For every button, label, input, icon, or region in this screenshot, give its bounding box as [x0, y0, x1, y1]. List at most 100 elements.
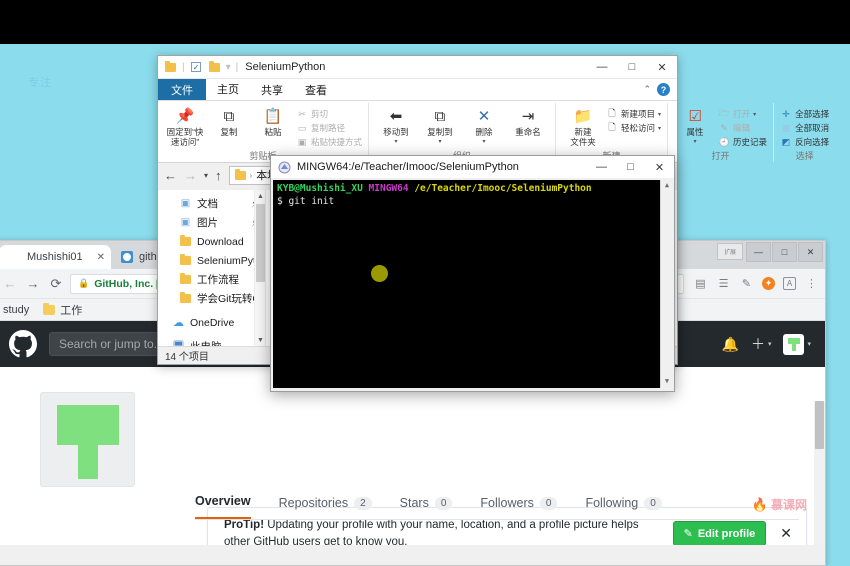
tab-followers[interactable]: Followers 0	[480, 496, 558, 519]
group-items: 📌 固定到“快 速访问” ⧉ 复制 📋 粘贴 ✂ 剪切 ▭ 复制路径 ▣ 粘贴快…	[161, 103, 365, 150]
forward-icon[interactable]: →	[184, 168, 197, 183]
close-button[interactable]: ✕	[798, 242, 823, 262]
copy-path-button[interactable]: ▭ 复制路径	[296, 122, 362, 134]
profile-avatar[interactable]	[40, 392, 135, 487]
copy-to-button[interactable]: ⧉ 复制到 ▾	[419, 105, 461, 146]
tab-stars[interactable]: Stars 0	[400, 496, 453, 519]
app-icon[interactable]: A	[783, 277, 796, 290]
button-label: 编辑	[733, 123, 751, 133]
tab-label: Repositories	[278, 496, 349, 510]
plus-icon[interactable]: ＋ ▾	[751, 334, 772, 354]
nav-item-documents[interactable]: ▣ 文档 📌	[158, 194, 265, 213]
scroll-up-icon[interactable]: ▲	[255, 190, 265, 202]
close-icon[interactable]: ✕	[776, 525, 792, 542]
back-icon[interactable]: ←	[1, 275, 19, 293]
chevron-up-icon[interactable]: ⌃	[643, 84, 651, 95]
doc-folder-icon: ▣	[180, 198, 191, 209]
close-icon[interactable]: ✕	[97, 252, 105, 263]
check-icon[interactable]: ✓	[190, 61, 203, 74]
bookmark-work[interactable]: 工作	[43, 302, 82, 318]
page-scrollbar[interactable]	[814, 401, 825, 545]
bookmark-label: 工作	[60, 304, 83, 317]
extension-orange-icon[interactable]: ✦	[762, 277, 775, 290]
terminal-output[interactable]: KYB@Mushishi_XU MINGW64 /e/Teacher/Imooc…	[273, 180, 672, 388]
reload-icon[interactable]: ⟳	[47, 275, 65, 293]
scrollbar-thumb[interactable]	[815, 401, 824, 449]
move-to-button[interactable]: ⬅ 移动到 ▾	[375, 105, 417, 146]
minimize-button[interactable]: —	[746, 242, 771, 262]
chevron-down-icon[interactable]: ▾	[226, 62, 231, 73]
new-item-button[interactable]: 🗋 新建项目 ▾	[606, 108, 661, 120]
properties-button[interactable]: ☑ 属性 ▾	[674, 105, 716, 146]
bookmark-study[interactable]: study	[3, 304, 29, 316]
menu-icon[interactable]: ⋮	[804, 276, 819, 291]
folder-icon[interactable]	[164, 60, 177, 74]
new-folder-button[interactable]: 📁 新建 文件夹	[562, 105, 604, 148]
nav-item-this-pc[interactable]: 🖥 此电脑	[158, 337, 265, 346]
nav-item-download[interactable]: Download	[158, 232, 265, 251]
nav-item-seleniumpython[interactable]: SeleniumPytho	[158, 251, 265, 270]
ribbon-tab-file[interactable]: 文件	[158, 79, 206, 100]
tab-following[interactable]: Following 0	[585, 496, 662, 519]
tab-repositories[interactable]: Repositories 2	[279, 496, 372, 519]
extension-chip[interactable]: 扩展	[717, 243, 743, 260]
browser-tab-0[interactable]: Mushishi01 ✕	[0, 245, 111, 269]
select-none-button[interactable]: ▦ 全部取消	[780, 122, 829, 134]
recent-locations-icon[interactable]: ▾	[204, 171, 208, 180]
maximize-button[interactable]: □	[772, 242, 797, 262]
list-icon[interactable]: ☰	[716, 276, 731, 291]
open-button[interactable]: 🗁 打开 ▾	[718, 108, 767, 120]
nav-item-pictures[interactable]: ▣ 图片 📌	[158, 213, 265, 232]
minimize-button[interactable]: —	[587, 56, 617, 78]
nav-scrollbar[interactable]: ▲ ▼	[254, 190, 265, 346]
folder-icon[interactable]	[208, 60, 221, 74]
easy-access-button[interactable]: 🗋 轻松访问 ▾	[606, 122, 661, 134]
up-icon[interactable]: ↑	[215, 168, 222, 183]
pin-to-quick-access-button[interactable]: 📌 固定到“快 速访问”	[164, 105, 206, 148]
paste-shortcut-button[interactable]: ▣ 粘贴快捷方式	[296, 136, 362, 148]
close-button[interactable]: ✕	[645, 157, 674, 178]
invert-selection-button[interactable]: ◩ 反向选择	[780, 136, 829, 148]
protip-body-text: Updating your profile with your name, lo…	[224, 518, 639, 545]
paste-button[interactable]: 📋 粘贴	[252, 105, 294, 138]
close-icon: ✕	[806, 246, 815, 257]
clipboard-small-buttons: ✂ 剪切 ▭ 复制路径 ▣ 粘贴快捷方式	[296, 105, 362, 148]
delete-button[interactable]: ✕ 删除 ▾	[463, 105, 505, 146]
copy-button[interactable]: ⧉ 复制	[208, 105, 250, 138]
scroll-up-icon[interactable]: ▲	[661, 180, 672, 192]
avatar-menu[interactable]: ▾	[783, 333, 811, 355]
select-all-button[interactable]: ✛ 全部选择	[780, 108, 829, 120]
ribbon-tab-view[interactable]: 查看	[294, 79, 338, 100]
github-logo[interactable]	[9, 330, 37, 358]
edit-button[interactable]: ✎ 编辑	[718, 122, 767, 134]
maximize-button[interactable]: □	[617, 56, 647, 78]
edit-icon[interactable]: ✎	[739, 276, 754, 291]
nav-item-onedrive[interactable]: ☁ OneDrive	[158, 313, 265, 332]
ribbon-tab-share[interactable]: 共享	[250, 79, 294, 100]
edit-profile-button[interactable]: ✎ Edit profile	[672, 521, 767, 545]
shortcut-icon: ▣	[297, 136, 307, 147]
scroll-down-icon[interactable]: ▼	[661, 376, 672, 388]
forward-icon[interactable]: →	[24, 275, 42, 293]
prompt-user: KYB@Mushishi_XU	[277, 183, 363, 194]
rename-button[interactable]: ⇥ 重命名	[507, 105, 549, 138]
history-button[interactable]: 🕘 历史记录	[718, 136, 767, 148]
button-label: 复制	[220, 127, 238, 137]
maximize-icon: □	[628, 61, 636, 73]
cut-button[interactable]: ✂ 剪切	[296, 108, 362, 120]
scroll-down-icon[interactable]: ▼	[255, 334, 265, 346]
help-icon[interactable]: ?	[657, 83, 670, 96]
reading-list-icon[interactable]: ▤	[693, 276, 708, 291]
minimize-button[interactable]: —	[587, 157, 616, 178]
ribbon-tab-home[interactable]: 主页	[206, 79, 250, 100]
terminal-scrollbar[interactable]: ▲ ▼	[660, 180, 672, 388]
tab-overview[interactable]: Overview	[195, 494, 251, 519]
close-button[interactable]: ✕	[647, 56, 677, 78]
maximize-button[interactable]: □	[616, 157, 645, 178]
scrollbar-thumb[interactable]	[256, 204, 265, 282]
nav-item-git-course[interactable]: 学会Git玩转Gith	[158, 289, 265, 308]
nav-item-workflow[interactable]: 工作流程	[158, 270, 265, 289]
bell-icon[interactable]: 🔔	[722, 336, 739, 353]
back-icon[interactable]: ←	[164, 168, 177, 183]
maximize-icon: □	[781, 246, 788, 257]
